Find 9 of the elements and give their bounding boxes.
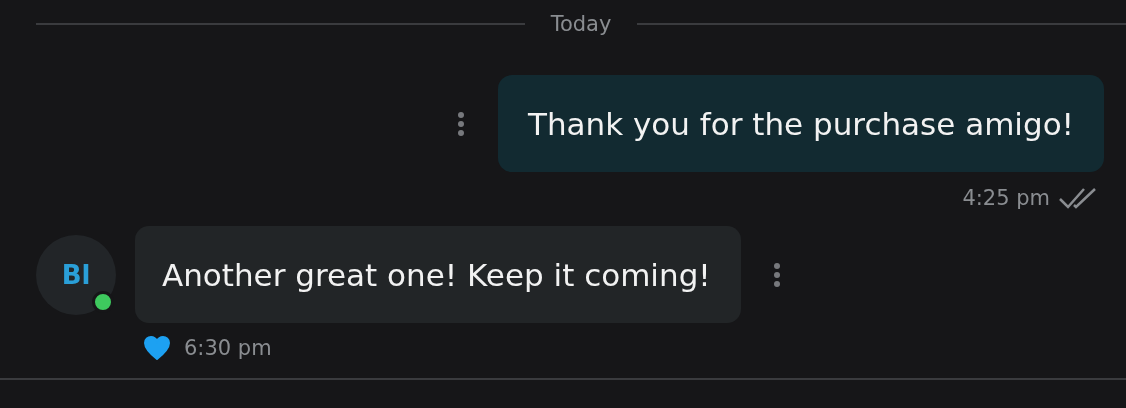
more-options-icon[interactable] bbox=[458, 111, 464, 136]
more-options-icon[interactable] bbox=[774, 262, 780, 287]
message-bubble: Thank you for the purchase amigo! bbox=[498, 75, 1104, 172]
message-time: 6:30 pm bbox=[184, 336, 272, 360]
heart-icon[interactable] bbox=[144, 336, 170, 360]
avatar[interactable]: Bl bbox=[36, 234, 116, 315]
message-bubble: Another great one! Keep it coming! bbox=[135, 226, 741, 323]
message-time: 4:25 pm bbox=[962, 186, 1050, 210]
date-label: Today bbox=[550, 12, 612, 36]
